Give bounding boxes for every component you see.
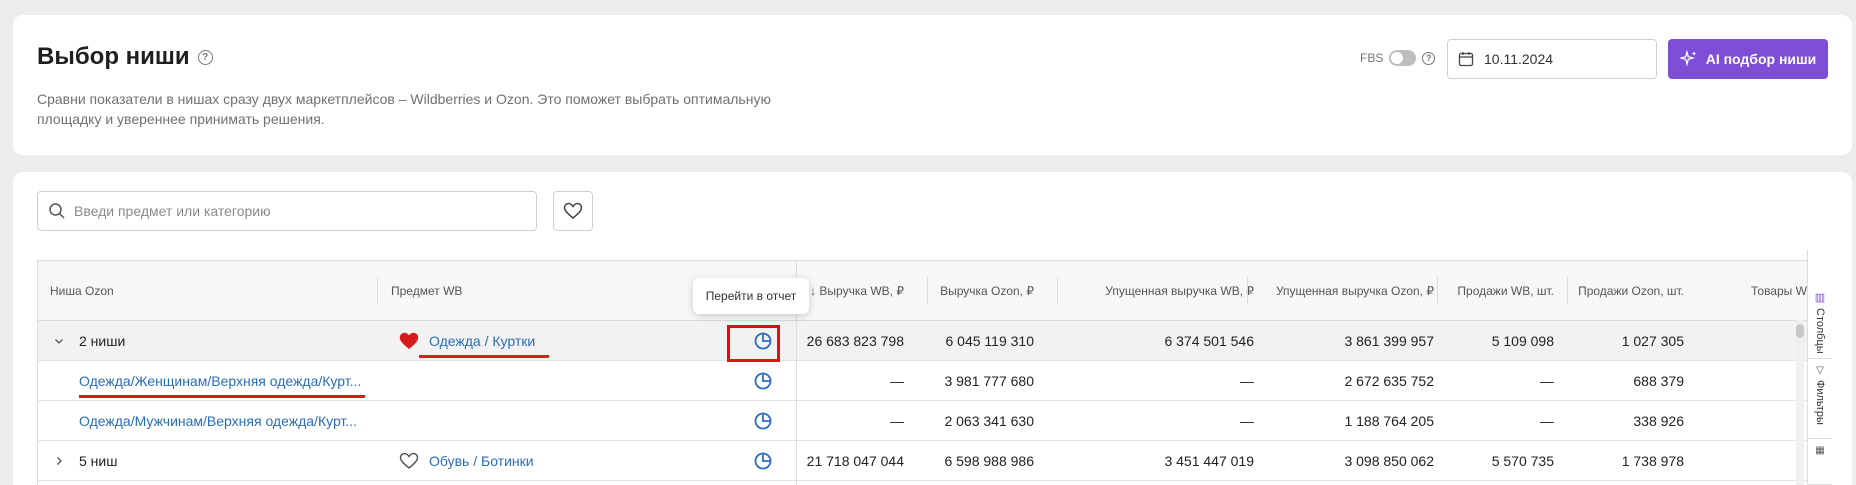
subject-link[interactable]: Обувь / Ботинки <box>429 441 534 481</box>
header-card: Выбор ниши ? Сравни показатели в нишах с… <box>13 15 1852 155</box>
col-revenue-wb[interactable]: ↓ Выручка WB, ₽ <box>798 261 904 321</box>
expand-chevron-icon[interactable] <box>54 321 64 361</box>
grid-icon: ▦ <box>1815 445 1825 456</box>
col-niche-ozon[interactable]: Ниша Ozon <box>50 261 114 321</box>
revenue-wb-cell: — <box>890 413 904 429</box>
lost-wb-cell: — <box>1240 373 1254 389</box>
table-header: Ниша Ozon Предмет WB ↓ Выручка WB, ₽ Выр… <box>38 261 1821 321</box>
col-separator <box>377 277 378 305</box>
niche-table: Ниша Ozon Предмет WB ↓ Выручка WB, ₽ Выр… <box>37 260 1822 485</box>
fbs-label: FBS <box>1360 51 1384 65</box>
subject-link[interactable]: Одежда / Куртки <box>419 321 550 361</box>
revenue-ozon-cell: 3 981 777 680 <box>944 373 1034 389</box>
help-icon[interactable]: ? <box>197 49 213 65</box>
page-title: Выбор ниши ? <box>37 43 213 71</box>
sales-ozon-cell: 338 926 <box>1633 413 1684 429</box>
lost-wb-cell: — <box>1240 413 1254 429</box>
filter-icon: ▽ <box>1816 365 1824 376</box>
niche-link[interactable]: Одежда/Мужчинам/Верхняя одежда/Курт... <box>79 401 357 441</box>
col-lost-ozon[interactable]: Упущенная выручка Ozon, ₽ <box>1248 261 1434 321</box>
col-sales-wb[interactable]: Продажи WB, шт. <box>1438 261 1554 321</box>
sales-wb-cell: — <box>1540 413 1554 429</box>
subject-link-text[interactable]: Одежда / Куртки <box>419 333 550 358</box>
col-goods[interactable]: Товары W <box>1751 261 1807 321</box>
col-sales-ozon[interactable]: Продажи Ozon, шт. <box>1568 261 1684 321</box>
sales-ozon-cell: 1 738 978 <box>1621 453 1684 469</box>
filters-tab[interactable]: ▽ Фильтры <box>1808 359 1832 439</box>
tooltip: Перейти в отчет <box>693 278 809 314</box>
lost-ozon-cell: 3 098 850 062 <box>1344 453 1434 469</box>
more-tab[interactable]: ▦ <box>1808 439 1832 485</box>
scrollbar-thumb[interactable] <box>1796 324 1804 338</box>
table-row[interactable]: Одежда/Мужчинам/Верхняя одежда/Курт... —… <box>38 401 1821 441</box>
vertical-scrollbar[interactable] <box>1796 320 1804 485</box>
revenue-ozon-cell: 6 045 119 310 <box>945 333 1035 349</box>
lost-wb-cell: 6 374 501 546 <box>1164 333 1254 349</box>
lost-ozon-cell: 1 188 764 205 <box>1344 413 1434 429</box>
search-input[interactable]: Введи предмет или категорию <box>37 191 537 231</box>
niche-count: 5 ниш <box>79 453 118 469</box>
col-lost-wb[interactable]: Упущенная выручка WB, ₽ <box>1058 261 1254 321</box>
date-value: 10.11.2024 <box>1484 51 1554 67</box>
niche-link[interactable]: Одежда/Женщинам/Верхняя одежда/Курт... <box>79 361 366 401</box>
columns-tab-label: Столбцы <box>1814 308 1826 354</box>
revenue-wb-cell: 26 683 823 798 <box>806 333 904 349</box>
revenue-wb-cell: 21 718 047 044 <box>806 453 904 469</box>
lost-ozon-cell: 3 861 399 957 <box>1344 333 1434 349</box>
report-pie-icon[interactable] <box>753 401 773 441</box>
sparkle-icon <box>1679 50 1697 67</box>
niche-link-text[interactable]: Одежда/Женщинам/Верхняя одежда/Курт... <box>79 373 366 398</box>
revenue-ozon-cell: 2 063 341 630 <box>944 413 1034 429</box>
date-picker[interactable]: 10.11.2024 <box>1447 39 1657 79</box>
sales-ozon-cell: 688 379 <box>1633 373 1684 389</box>
fbs-control: FBS ? <box>1360 50 1436 66</box>
highlight-box <box>727 325 780 362</box>
table-row[interactable]: 5 ниш Обувь / Ботинки 21 718 047 044 6 5… <box>38 441 1821 481</box>
ai-pick-niche-label: AI подбор ниши <box>1705 51 1817 67</box>
search-placeholder: Введи предмет или категорию <box>74 203 271 219</box>
favorite-heart-icon[interactable] <box>399 321 419 361</box>
filters-tab-label: Фильтры <box>1814 380 1826 425</box>
right-sidebar: ▥ Столбцы ▽ Фильтры ▦ <box>1807 250 1832 485</box>
report-pie-icon[interactable] <box>753 441 773 481</box>
page-title-text: Выбор ниши <box>37 43 190 70</box>
niche-count: 2 ниши <box>79 333 126 349</box>
search-icon <box>49 203 65 219</box>
sales-wb-cell: — <box>1540 373 1554 389</box>
heart-outline-icon <box>563 202 583 219</box>
favorite-heart-icon[interactable] <box>399 441 419 481</box>
fbs-toggle[interactable] <box>1389 50 1417 66</box>
main-card: Введи предмет или категорию Ниша Ozon Пр… <box>13 172 1852 485</box>
table-row[interactable]: Одежда/Женщинам/Верхняя одежда/Курт... —… <box>38 361 1821 401</box>
table-row[interactable]: 2 ниши Одежда / Куртки 26 683 823 798 6 … <box>38 321 1821 361</box>
calendar-icon <box>1458 52 1474 67</box>
report-pie-icon[interactable] <box>753 361 773 401</box>
col-revenue-ozon[interactable]: Выручка Ozon, ₽ <box>928 261 1034 321</box>
ai-pick-niche-button[interactable]: AI подбор ниши <box>1668 39 1828 79</box>
favorites-button[interactable] <box>553 191 593 231</box>
lost-ozon-cell: 2 672 635 752 <box>1344 373 1434 389</box>
revenue-ozon-cell: 6 598 988 986 <box>944 453 1034 469</box>
lost-wb-cell: 3 451 447 019 <box>1164 453 1254 469</box>
columns-icon: ▥ <box>1814 292 1826 304</box>
sales-wb-cell: 5 109 098 <box>1491 333 1554 349</box>
revenue-wb-cell: — <box>890 373 904 389</box>
sales-wb-cell: 5 570 735 <box>1491 453 1554 469</box>
columns-tab[interactable]: ▥ Столбцы <box>1808 285 1832 359</box>
sales-ozon-cell: 1 027 305 <box>1621 333 1684 349</box>
expand-chevron-icon[interactable] <box>54 441 64 481</box>
fbs-help-icon[interactable]: ? <box>1422 51 1436 65</box>
col-subject-wb[interactable]: Предмет WB <box>391 261 462 321</box>
page-subtitle: Сравни показатели в нишах сразу двух мар… <box>37 91 771 127</box>
